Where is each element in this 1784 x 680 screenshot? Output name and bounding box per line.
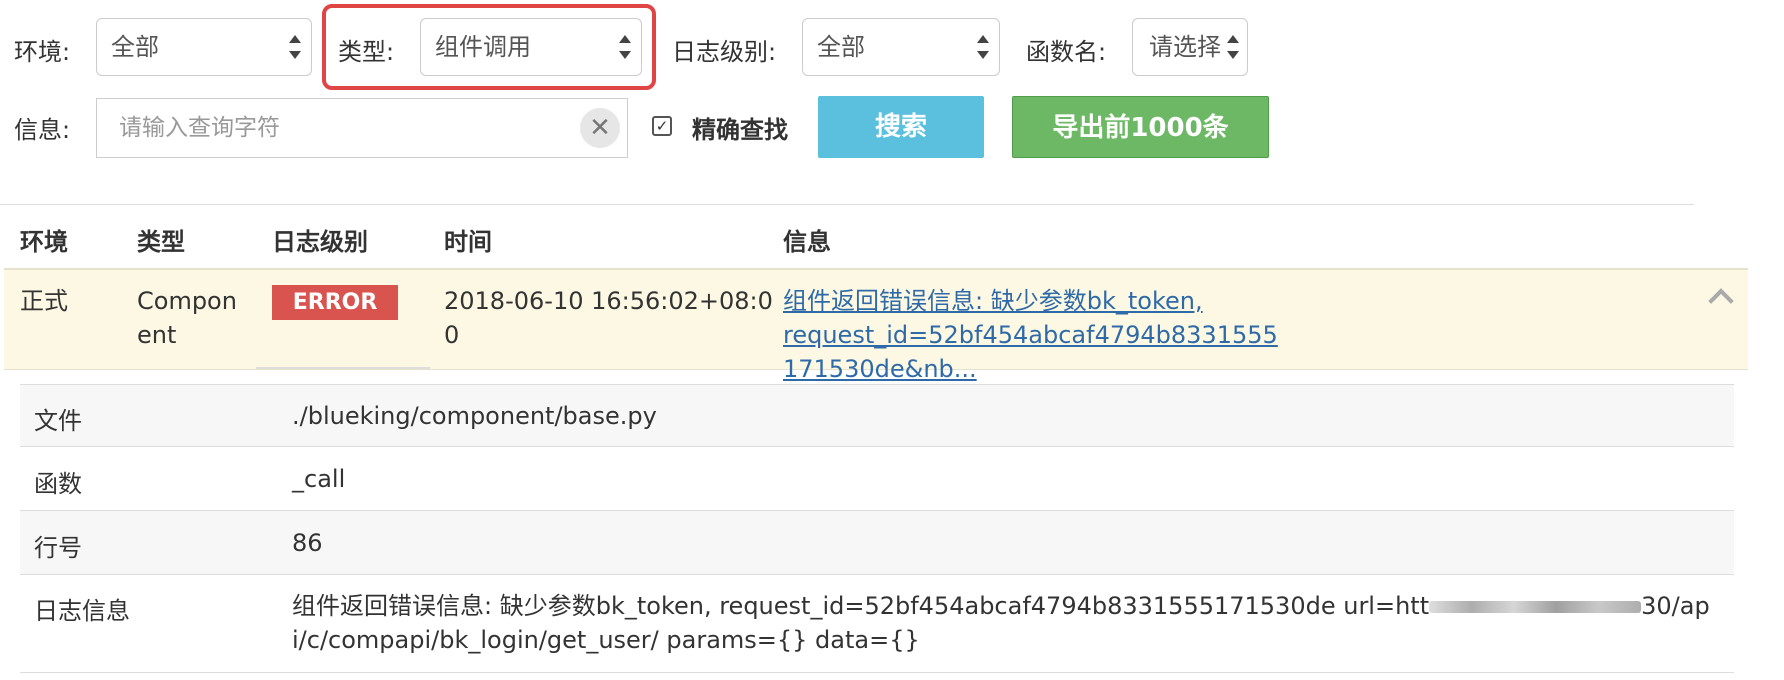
row-message-line2: 171530de&nb...	[783, 355, 977, 383]
env-select[interactable]: 全部	[96, 18, 312, 76]
error-level-badge: ERROR	[272, 285, 398, 320]
select-arrows-icon	[289, 33, 301, 61]
info-search-input[interactable]: 请输入查询字符	[96, 98, 628, 158]
table-top-divider	[0, 204, 1694, 205]
detail-key-function: 函数	[34, 470, 82, 498]
info-search-placeholder: 请输入查询字符	[119, 115, 280, 141]
level-select-value: 全部	[817, 33, 865, 61]
detail-key-line: 行号	[34, 534, 82, 562]
function-select-value: 请选择	[1149, 33, 1221, 61]
exact-match-label: 精确查找	[692, 116, 788, 144]
type-select-value: 组件调用	[435, 33, 531, 61]
level-label: 日志级别:	[672, 38, 777, 66]
env-label: 环境:	[14, 38, 71, 66]
type-label: 类型:	[338, 38, 395, 66]
detail-value-file: ./blueking/component/base.py	[292, 402, 657, 430]
detail-row-log-message: 日志信息 组件返回错误信息: 缺少参数bk_token, request_id=…	[20, 575, 1734, 673]
select-arrows-icon	[1227, 33, 1239, 61]
detail-value-log-message: 组件返回错误信息: 缺少参数bk_token, request_id=52bf4…	[292, 589, 1732, 657]
log-message-line2: i/c/compapi/bk_login/get_user/ params={}…	[292, 626, 920, 654]
function-label: 函数名:	[1026, 38, 1107, 66]
badge-underline	[256, 367, 430, 369]
row-type: Compon ent	[137, 284, 237, 352]
column-header-type: 类型	[137, 228, 185, 256]
redacted-host	[1429, 601, 1642, 613]
column-header-time: 时间	[444, 228, 492, 256]
detail-value-function: _call	[292, 465, 346, 493]
detail-row-line: 行号 86	[20, 511, 1734, 575]
row-type-line1: Compon	[137, 287, 237, 315]
select-arrows-icon	[619, 33, 631, 61]
column-header-message: 信息	[783, 228, 831, 256]
detail-key-file: 文件	[34, 407, 82, 435]
log-message-line1-end: 30/ap	[1641, 592, 1710, 620]
type-select[interactable]: 组件调用	[420, 18, 642, 76]
row-message-line1: 组件返回错误信息: 缺少参数bk_token, request_id=52bf4…	[783, 287, 1278, 349]
row-time-line1: 2018-06-10 16:56:02+08:0	[444, 287, 773, 315]
env-select-value: 全部	[111, 33, 159, 61]
detail-key-log-message: 日志信息	[34, 597, 130, 625]
column-header-level: 日志级别	[272, 228, 368, 256]
row-env: 正式	[20, 287, 68, 315]
clear-input-icon[interactable]: ✕	[580, 108, 620, 148]
column-header-env: 环境	[20, 228, 68, 256]
row-type-line2: ent	[137, 321, 177, 349]
function-select[interactable]: 请选择	[1132, 18, 1248, 76]
row-time: 2018-06-10 16:56:02+08:0 0	[444, 284, 773, 352]
exact-match-checkbox[interactable]: ✓	[652, 116, 672, 136]
row-time-line2: 0	[444, 321, 460, 349]
log-message-line1-start: 组件返回错误信息: 缺少参数bk_token, request_id=52bf4…	[292, 592, 1430, 620]
detail-row-file: 文件 ./blueking/component/base.py	[20, 384, 1734, 447]
detail-value-line: 86	[292, 529, 323, 557]
export-button[interactable]: 导出前1000条	[1012, 96, 1269, 158]
level-select[interactable]: 全部	[802, 18, 1000, 76]
row-message-link[interactable]: 组件返回错误信息: 缺少参数bk_token, request_id=52bf4…	[783, 284, 1683, 386]
detail-row-function: 函数 _call	[20, 447, 1734, 511]
log-message-line1: 组件返回错误信息: 缺少参数bk_token, request_id=52bf4…	[292, 589, 1732, 623]
select-arrows-icon	[977, 33, 989, 61]
info-label: 信息:	[14, 116, 71, 144]
search-button[interactable]: 搜索	[818, 96, 984, 158]
